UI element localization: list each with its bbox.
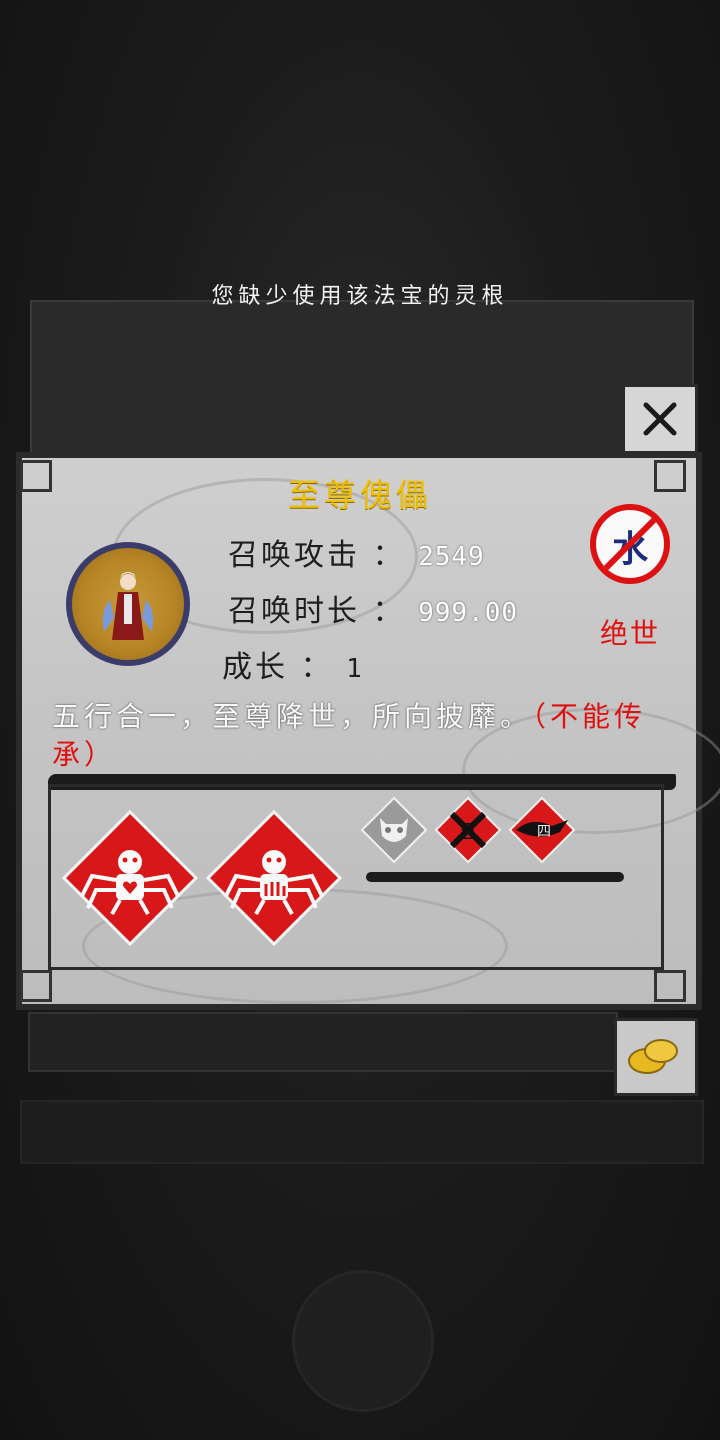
skill-glyph: 五: [458, 819, 478, 843]
skill-slot[interactable]: [61, 809, 199, 950]
background-round-button: [292, 1270, 434, 1412]
stat-value: 1: [346, 654, 363, 684]
spider-fist-icon: [205, 809, 343, 947]
background-bottom-bar: [28, 1012, 618, 1072]
background-panel: [30, 300, 694, 454]
stat-row: 召唤时长 ： 999.00: [228, 594, 518, 629]
stat-label: 召唤时长: [228, 594, 360, 629]
stat-value: 999.00: [418, 598, 518, 628]
element-badge: 水: [590, 504, 670, 584]
close-button[interactable]: [622, 384, 698, 454]
toast-message: 您缺少使用该法宝的灵根: [211, 284, 509, 309]
close-icon: [643, 402, 677, 436]
puppet-figure-icon: [102, 572, 154, 640]
item-description: 五行合一，至尊降世，所向披靡。（不能传承）: [52, 698, 662, 774]
card-corner: [20, 970, 52, 1002]
small-skill-slot[interactable]: 四: [508, 796, 576, 868]
small-skill-slot[interactable]: [360, 796, 428, 868]
card-corner: [654, 970, 686, 1002]
skill-slot[interactable]: [205, 809, 343, 950]
item-portrait: [66, 542, 190, 666]
gold-ingot-icon: [628, 1039, 678, 1074]
stat-row: 成长 ： 1: [222, 650, 363, 685]
stat-label: 成长: [222, 650, 288, 685]
demon-face-icon: [360, 796, 428, 864]
brush-stroke: [366, 872, 624, 882]
stat-row: 召唤攻击 ： 2549: [228, 538, 485, 573]
description-text: 五行合一，至尊降世，所向披靡。: [52, 700, 533, 733]
fish-four-icon: 四: [508, 796, 576, 864]
small-skill-slot[interactable]: 五: [434, 796, 502, 868]
skill-glyph: 四: [537, 824, 551, 840]
stat-value: 2549: [418, 542, 485, 572]
prohibited-slash-icon: [603, 517, 657, 571]
background-bottom-panel: [20, 1100, 704, 1164]
crossed-five-icon: 五: [434, 796, 502, 864]
spider-heart-icon: [61, 809, 199, 947]
stat-label: 召唤攻击: [228, 538, 360, 573]
rarity-label: 绝世: [599, 617, 660, 650]
currency-button[interactable]: [614, 1018, 698, 1096]
